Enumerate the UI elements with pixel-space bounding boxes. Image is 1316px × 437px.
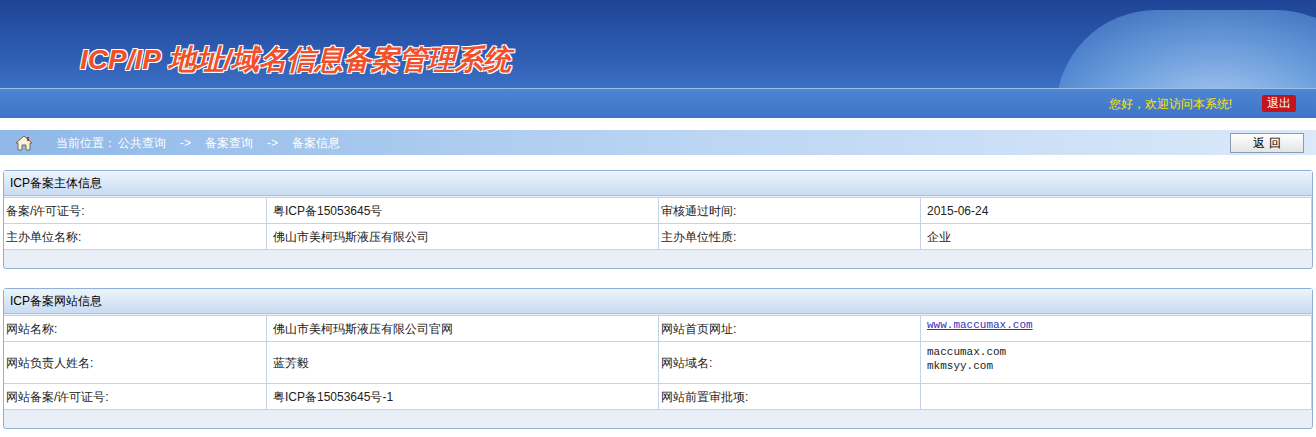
field-label: 网站首页网址: [659,316,921,342]
breadcrumb-item[interactable]: 备案信息 [292,134,340,152]
info-panel: ICP备案主体信息备案/许可证号: 粤ICP备15053645号审核通过时间: 20… [3,170,1313,269]
label-text: 网站域名: [661,354,712,372]
panel-footer [4,250,1312,268]
breadcrumb-bar: 当前位置：公共查询 -> 备案查询 -> 备案信息 返 回 [0,130,1316,155]
field-value: maccumax.commkmsyy.com [921,342,1312,384]
label-text: 备案/许可证号: [6,202,85,220]
field-value: 企业 [921,224,1312,250]
breadcrumb-item[interactable]: 备案查询 [205,134,253,152]
logout-button[interactable]: 退出 [1262,95,1296,112]
domain-text: mkmsyy.com [927,359,1311,373]
value-text: 2015-06-24 [927,202,1311,220]
field-label: 网站负责人姓名: [4,342,267,384]
value-text: 粤ICP备15053645号 [273,202,658,220]
field-label: 备案/许可证号: [4,198,267,224]
field-value: 佛山市美柯玛斯液压有限公司 [267,224,659,250]
info-table: 备案/许可证号: 粤ICP备15053645号审核通过时间: 2015-06-24 主… [4,197,1312,250]
field-value [921,384,1312,410]
value-text: 企业 [927,228,1311,246]
field-label: 审核通过时间: [659,198,921,224]
breadcrumb-separator: -> [267,134,278,152]
label-text: 网站备案/许可证号: [6,388,109,406]
field-label: 主办单位名称: [4,224,267,250]
back-button[interactable]: 返 回 [1230,133,1304,153]
field-value: 粤ICP备15053645号 [267,198,659,224]
label-text: 网站首页网址: [661,320,736,338]
info-panel: ICP备案网站信息网站名称: 佛山市美柯玛斯液压有限公司官网网站首页网址: www.… [3,288,1313,429]
system-title: ICP/IP 地址/域名信息备案管理系统 [80,42,511,78]
header-band: 您好，欢迎访问本系统! 退出 [0,88,1316,118]
field-label: 主办单位性质: [659,224,921,250]
welcome-text: 您好，欢迎访问本系统! [1109,95,1232,113]
label-text: 网站负责人姓名: [6,354,93,372]
value-text: 佛山市美柯玛斯液压有限公司 [273,228,658,246]
value-text: 佛山市美柯玛斯液压有限公司官网 [273,320,658,338]
panel-title: ICP备案主体信息 [10,174,102,192]
field-value: 蓝芳毅 [267,342,659,384]
field-label: 网站名称: [4,316,267,342]
header: ICP/IP 地址/域名信息备案管理系统您好，欢迎访问本系统! 退出 [0,0,1316,118]
label-text: 主办单位性质: [661,228,736,246]
panel-header: ICP备案网站信息 [4,289,1312,314]
field-value: 粤ICP备15053645号-1 [267,384,659,410]
value-text: 粤ICP备15053645号-1 [273,388,658,406]
home-icon[interactable] [14,134,34,152]
breadcrumb-label: 当前位置： [56,134,116,152]
label-text: 网站名称: [6,320,57,338]
field-label: 网站备案/许可证号: [4,384,267,410]
field-value: 佛山市美柯玛斯液压有限公司官网 [267,316,659,342]
field-value: 2015-06-24 [921,198,1312,224]
breadcrumb-item[interactable]: 公共查询 [118,134,166,152]
info-table: 网站名称: 佛山市美柯玛斯液压有限公司官网网站首页网址: www.maccumax.… [4,315,1312,410]
field-label: 网站前置审批项: [659,384,921,410]
field-label: 网站域名: [659,342,921,384]
panel-header: ICP备案主体信息 [4,171,1312,196]
header-title-area: ICP/IP 地址/域名信息备案管理系统 [0,0,1316,88]
breadcrumb-separator: -> [180,134,191,152]
homepage-link[interactable]: www.maccumax.com [927,318,1311,332]
value-text: 蓝芳毅 [273,354,658,372]
field-value: www.maccumax.com [921,316,1312,342]
label-text: 主办单位名称: [6,228,81,246]
breadcrumb-path: 当前位置：公共查询 -> 备案查询 -> 备案信息 [56,134,340,152]
domain-text: maccumax.com [927,345,1311,359]
label-text: 审核通过时间: [661,202,736,220]
label-text: 网站前置审批项: [661,388,748,406]
panel-footer [4,410,1312,428]
panel-title: ICP备案网站信息 [10,292,102,310]
